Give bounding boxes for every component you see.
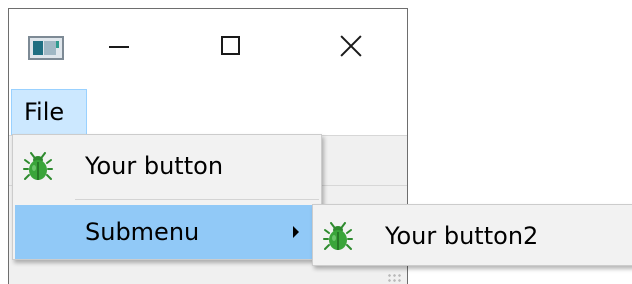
app-icon-pane — [56, 41, 59, 48]
menu-bar: File — [9, 85, 407, 135]
menu-item-label: Your button2 — [385, 222, 539, 250]
submenu-popup: Your button2 — [312, 204, 632, 266]
menu-separator — [75, 199, 319, 200]
screen: File Your button Submenu Your button2 — [0, 0, 632, 284]
menu-item-label: Your button — [85, 152, 224, 180]
bug-icon — [323, 222, 353, 250]
file-menu-popup: Your button Submenu — [12, 134, 322, 260]
app-icon-pane — [44, 41, 56, 55]
title-bar[interactable] — [9, 9, 407, 85]
app-icon-pane — [33, 41, 43, 55]
menu-file[interactable]: File — [11, 89, 87, 135]
size-grip[interactable] — [387, 273, 401, 284]
app-window-icon[interactable] — [28, 36, 64, 60]
close-button[interactable] — [321, 27, 381, 67]
menu-item-your-button[interactable]: Your button — [15, 139, 319, 193]
bug-icon — [23, 152, 53, 180]
submenu-arrow-icon — [293, 226, 299, 238]
minimize-button[interactable] — [87, 27, 147, 67]
menu-item-label: Submenu — [85, 218, 200, 246]
menu-item-submenu[interactable]: Submenu — [15, 205, 319, 259]
maximize-button[interactable] — [201, 27, 261, 67]
menu-item-your-button2[interactable]: Your button2 — [315, 209, 632, 263]
